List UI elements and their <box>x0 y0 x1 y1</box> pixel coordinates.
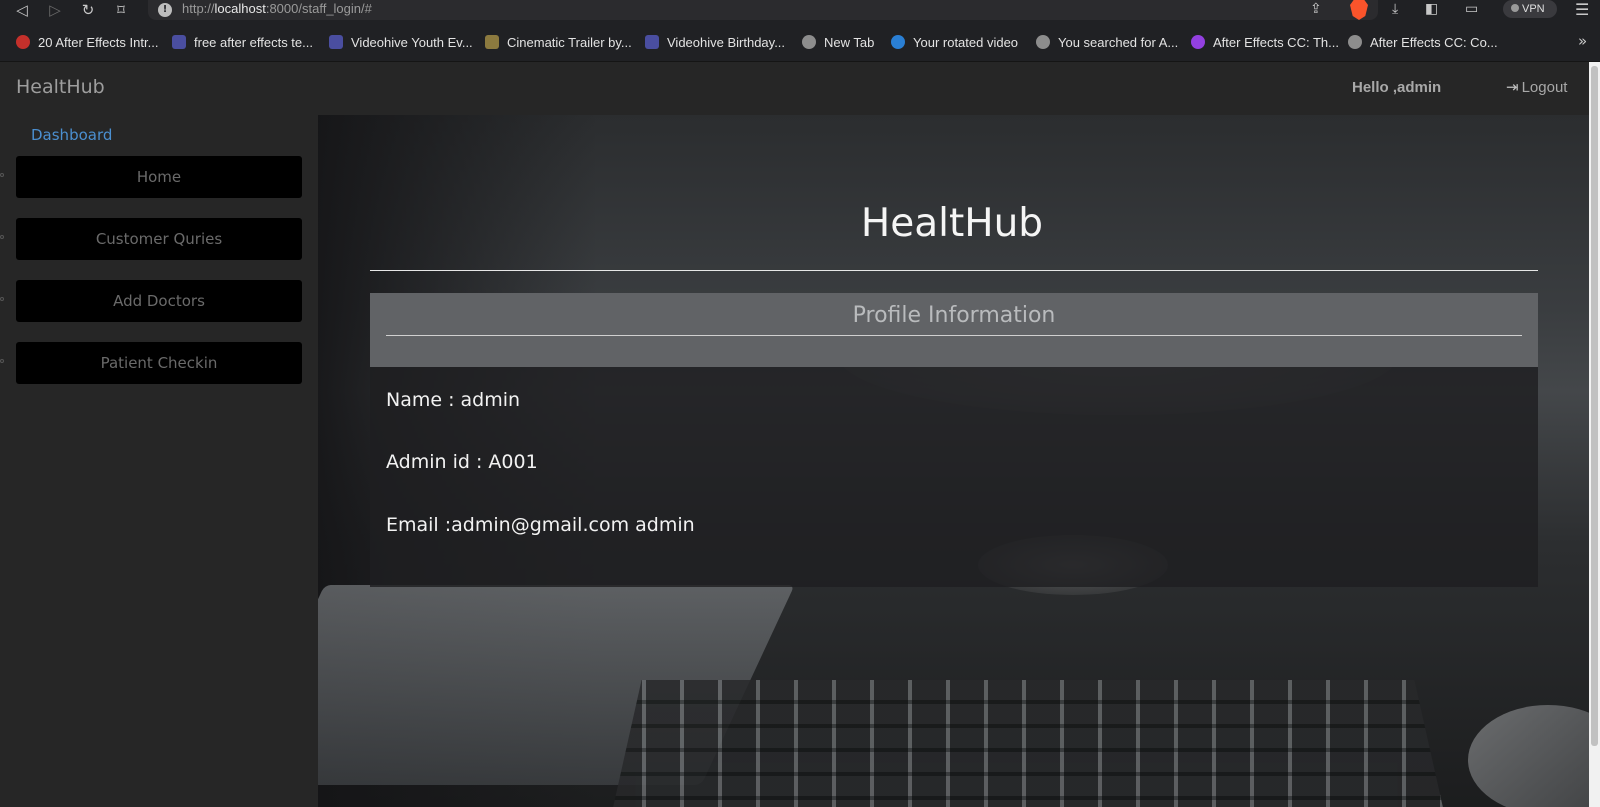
vpn-status-icon <box>1511 4 1519 12</box>
bullet-icon <box>0 173 4 177</box>
bullet-icon <box>0 235 4 239</box>
bookmark-item[interactable]: After Effects CC: Th... <box>1191 33 1339 51</box>
globe-icon <box>1348 35 1362 49</box>
bookmark-label: free after effects te... <box>194 34 313 50</box>
ae-icon <box>172 35 186 49</box>
logout-label: Logout <box>1521 78 1568 96</box>
profile-heading: Profile Information <box>852 303 1056 328</box>
bookmark-label: Videohive Birthday... <box>667 34 786 50</box>
profile-email: Email :admin@gmail.com admin <box>386 514 695 536</box>
sidebar-item-home[interactable]: Home <box>16 156 302 198</box>
brand-logo[interactable]: HealtHub <box>16 76 105 98</box>
bookmark-item[interactable]: Videohive Youth Ev... <box>329 33 473 51</box>
browser-toolbar: ◁ ▷ ↻ ⌑ ! http://localhost:8000/staff_lo… <box>0 0 1600 22</box>
scrollbar-thumb[interactable] <box>1591 66 1598 746</box>
bookmark-item[interactable]: After Effects CC: Co... <box>1348 33 1498 51</box>
ae-icon <box>329 35 343 49</box>
profile-heading-divider <box>386 335 1522 336</box>
bookmark-item[interactable]: 20 After Effects Intr... <box>16 33 158 51</box>
sidebar-item-customer-queries[interactable]: Customer Quries <box>16 218 302 260</box>
back-icon[interactable]: ◁ <box>12 1 32 19</box>
page-title: HealtHub <box>860 201 1044 246</box>
bookmark-label: 20 After Effects Intr... <box>38 34 159 50</box>
reload-icon[interactable]: ↻ <box>78 1 98 19</box>
bookmark-label: Videohive Youth Ev... <box>351 34 473 50</box>
address-bar[interactable]: ! http://localhost:8000/staff_login/# <box>148 0 1378 20</box>
bookmark-item[interactable]: Your rotated video <box>891 33 1018 51</box>
page-scrollbar[interactable] <box>1589 62 1600 807</box>
rotate-icon <box>891 35 905 49</box>
bookmark-item[interactable]: Cinematic Trailer by... <box>485 33 632 51</box>
bookmarks-bar: 20 After Effects Intr... free after effe… <box>0 22 1600 62</box>
bookmark-label: After Effects CC: Th... <box>1213 34 1339 50</box>
bookmark-item[interactable]: Videohive Birthday... <box>645 33 785 51</box>
sidebar-item-add-doctors[interactable]: Add Doctors <box>16 280 302 322</box>
bookmark-item[interactable]: You searched for A... <box>1036 33 1178 51</box>
profile-name: Name : admin <box>386 389 521 411</box>
bullet-icon <box>0 359 4 363</box>
sidebar-toggle-icon[interactable]: ◧ <box>1425 1 1438 17</box>
sidebar-item-patient-checkin[interactable]: Patient Checkin <box>16 342 302 384</box>
bookmark-icon[interactable]: ⌑ <box>111 1 131 19</box>
bookmark-item[interactable]: New Tab <box>802 33 874 51</box>
url-text[interactable]: http://localhost:8000/staff_login/# <box>182 1 372 16</box>
ae-icon <box>645 35 659 49</box>
bullet-icon <box>0 297 4 301</box>
vpn-button[interactable]: VPN <box>1503 0 1557 18</box>
wallet-icon[interactable]: ▭ <box>1465 1 1478 17</box>
main-content: HealtHub Profile Information Name : admi… <box>318 115 1589 807</box>
youtube-icon <box>16 35 30 49</box>
bookmark-item[interactable]: free after effects te... <box>172 33 313 51</box>
profile-card: Profile Information Name : admin Admin i… <box>370 293 1538 587</box>
more-bookmarks-icon[interactable]: » <box>1578 32 1587 50</box>
user-greeting: Hello ,admin <box>1352 79 1442 96</box>
globe-icon <box>802 35 816 49</box>
title-divider <box>370 270 1538 271</box>
forward-icon[interactable]: ▷ <box>45 1 65 19</box>
app-header: HealtHub Hello ,admin ⇥ Logout <box>0 62 1600 115</box>
bookmark-label: Your rotated video <box>913 34 1019 50</box>
download-icon[interactable]: ⤓ <box>1392 1 1398 17</box>
logout-icon: ⇥ <box>1506 79 1519 96</box>
vpn-label: VPN <box>1522 3 1545 15</box>
bookmark-label: New Tab <box>824 34 875 50</box>
sidebar: Dashboard Home Customer Quries Add Docto… <box>0 115 318 807</box>
bookmark-label: You searched for A... <box>1058 34 1179 50</box>
browser-menu-icon[interactable]: ☰ <box>1575 0 1589 19</box>
profile-admin-id: Admin id : A001 <box>386 451 538 473</box>
bookmark-label: After Effects CC: Co... <box>1370 34 1498 50</box>
globe-icon <box>1036 35 1050 49</box>
cinematic-icon <box>485 35 499 49</box>
u-icon <box>1191 35 1205 49</box>
logout-button[interactable]: ⇥ Logout <box>1506 78 1568 97</box>
background-mouse <box>1468 705 1589 807</box>
profile-card-header: Profile Information <box>370 293 1538 367</box>
background-keyboard <box>608 680 1448 807</box>
site-info-icon[interactable]: ! <box>158 3 172 17</box>
bookmark-label: Cinematic Trailer by... <box>507 34 632 50</box>
sidebar-title-dashboard[interactable]: Dashboard <box>31 126 112 144</box>
share-icon[interactable]: ⇪ <box>1310 1 1322 17</box>
